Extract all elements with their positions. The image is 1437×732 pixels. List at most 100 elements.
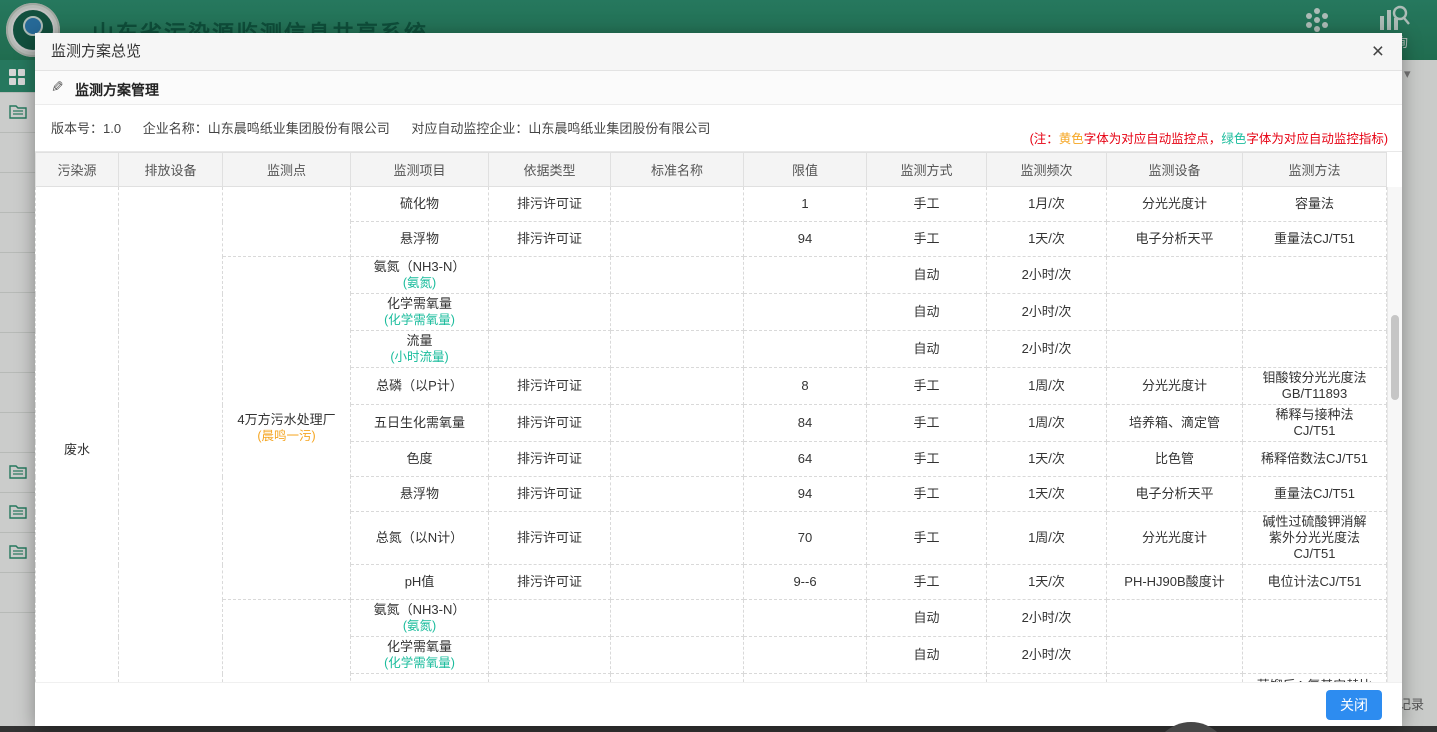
column-header: 限值 bbox=[744, 153, 867, 187]
item-auto-indicator-tag: (化学需氧量) bbox=[355, 655, 484, 671]
cell-monitoring-device: 分光光度计 bbox=[1107, 368, 1243, 405]
cell-monitoring-device: 培养箱、滴定管 bbox=[1107, 405, 1243, 442]
cell-monitoring-mode: 手工 bbox=[867, 405, 987, 442]
cell-monitoring-method bbox=[1243, 331, 1387, 368]
item-auto-indicator-tag: (化学需氧量) bbox=[355, 312, 484, 328]
cell-monitoring-device bbox=[1107, 294, 1243, 331]
company-text: 企业名称：山东晨鸣纸业集团股份有限公司 bbox=[143, 121, 390, 136]
cell-monitoring-mode: 手工 bbox=[867, 565, 987, 600]
cell-monitoring-method: 容量法 bbox=[1243, 187, 1387, 222]
cell-monitoring-item: 总磷（以P计） bbox=[351, 368, 489, 405]
cell-monitoring-method: 钼酸铵分光光度法 GB/T11893 bbox=[1243, 368, 1387, 405]
cell-monitoring-frequency: 2小时/次 bbox=[987, 257, 1107, 294]
cell-monitoring-point bbox=[223, 187, 351, 257]
cell-limit: 64 bbox=[744, 442, 867, 477]
cell-monitoring-method bbox=[1243, 637, 1387, 674]
cell-standard-name bbox=[611, 674, 744, 683]
cell-monitoring-frequency: 2小时/次 bbox=[987, 331, 1107, 368]
cell-monitoring-mode: 自动 bbox=[867, 257, 987, 294]
section-title: 监测方案管理 bbox=[75, 80, 159, 100]
cell-monitoring-device: 电子分析天平 bbox=[1107, 222, 1243, 257]
cell-limit bbox=[744, 331, 867, 368]
cell-monitoring-frequency: 2小时/次 bbox=[987, 637, 1107, 674]
cell-limit bbox=[744, 294, 867, 331]
modal-title: 监测方案总览 bbox=[35, 33, 1402, 71]
scrollbar-thumb[interactable] bbox=[1391, 315, 1399, 400]
table-row: 4万方污水处理厂(晨鸣一污)氨氮（NH3-N）(氨氮)自动2小时/次 bbox=[36, 257, 1387, 294]
cell-monitoring-mode: 自动 bbox=[867, 294, 987, 331]
cell-monitoring-mode: 手工 bbox=[867, 512, 987, 565]
cell-limit bbox=[744, 257, 867, 294]
cell-monitoring-frequency: 1天/次 bbox=[987, 442, 1107, 477]
cell-basis-type: 排污许可证 bbox=[489, 674, 611, 683]
table-header-row: 污染源排放设备监测点监测项目依据类型标准名称限值监测方式监测频次监测设备监测方法 bbox=[36, 153, 1387, 187]
cell-monitoring-method: 稀释倍数法CJ/T51 bbox=[1243, 442, 1387, 477]
cell-monitoring-frequency: 2小时/次 bbox=[987, 294, 1107, 331]
cell-monitoring-device bbox=[1107, 331, 1243, 368]
table-row: 废水硫化物排污许可证1手工1月/次分光光度计容量法 bbox=[36, 187, 1387, 222]
cell-monitoring-frequency: 1天/次 bbox=[987, 222, 1107, 257]
yellow-word: 黄色 bbox=[1059, 132, 1084, 146]
scrollbar[interactable] bbox=[1387, 187, 1402, 682]
cell-basis-type: 排污许可证 bbox=[489, 222, 611, 257]
cell-monitoring-point: 4万方污水处理厂(晨鸣一污) bbox=[223, 257, 351, 600]
cell-monitoring-item: 挥发酚 bbox=[351, 674, 489, 683]
cell-monitoring-item: 氨氮（NH3-N）(氨氮) bbox=[351, 257, 489, 294]
close-button[interactable]: 关闭 bbox=[1326, 690, 1382, 720]
cell-monitoring-mode: 手工 bbox=[867, 222, 987, 257]
cell-monitoring-device: 分光光度计 bbox=[1107, 187, 1243, 222]
cell-monitoring-method: 电位计法CJ/T51 bbox=[1243, 565, 1387, 600]
cell-monitoring-frequency: 1天/次 bbox=[987, 477, 1107, 512]
cell-monitoring-device bbox=[1107, 637, 1243, 674]
cell-monitoring-mode: 自动 bbox=[867, 600, 987, 637]
cell-monitoring-item: 化学需氧量(化学需氧量) bbox=[351, 637, 489, 674]
column-header: 依据类型 bbox=[489, 153, 611, 187]
cell-monitoring-item: 氨氮（NH3-N）(氨氮) bbox=[351, 600, 489, 637]
cell-emission-device bbox=[119, 187, 223, 683]
version-text: 版本号：1.0 bbox=[51, 121, 121, 136]
cell-basis-type bbox=[489, 294, 611, 331]
cell-monitoring-item: 流量(小时流量) bbox=[351, 331, 489, 368]
cell-monitoring-item: 化学需氧量(化学需氧量) bbox=[351, 294, 489, 331]
cell-monitoring-frequency: 1周/次 bbox=[987, 368, 1107, 405]
cell-basis-type: 排污许可证 bbox=[489, 565, 611, 600]
cell-basis-type bbox=[489, 600, 611, 637]
cell-standard-name bbox=[611, 294, 744, 331]
cell-standard-name bbox=[611, 187, 744, 222]
cell-basis-type: 排污许可证 bbox=[489, 442, 611, 477]
green-word: 绿色 bbox=[1221, 132, 1246, 146]
cell-limit: 9--6 bbox=[744, 565, 867, 600]
cell-limit: 1 bbox=[744, 674, 867, 683]
cell-standard-name bbox=[611, 600, 744, 637]
cell-standard-name bbox=[611, 477, 744, 512]
item-auto-indicator-tag: (小时流量) bbox=[355, 349, 484, 365]
cell-basis-type: 排污许可证 bbox=[489, 368, 611, 405]
column-header: 标准名称 bbox=[611, 153, 744, 187]
cell-monitoring-method bbox=[1243, 294, 1387, 331]
cell-monitoring-item: 悬浮物 bbox=[351, 477, 489, 512]
cell-standard-name bbox=[611, 442, 744, 477]
cell-monitoring-frequency: 2小时/次 bbox=[987, 600, 1107, 637]
cell-limit: 8 bbox=[744, 368, 867, 405]
section-bar: ✎ 监测方案管理 bbox=[35, 71, 1402, 105]
cell-monitoring-method: 蒸馏后4-氨基安替比 林分光光度法 bbox=[1243, 674, 1387, 683]
cell-basis-type: 排污许可证 bbox=[489, 477, 611, 512]
cell-limit: 94 bbox=[744, 477, 867, 512]
cell-limit: 70 bbox=[744, 512, 867, 565]
cell-limit: 94 bbox=[744, 222, 867, 257]
item-auto-indicator-tag: (氨氮) bbox=[355, 275, 484, 291]
cell-monitoring-item: 硫化物 bbox=[351, 187, 489, 222]
cell-pollutant-source: 废水 bbox=[36, 187, 119, 683]
pen-icon: ✎ bbox=[51, 78, 64, 96]
cell-monitoring-item: 总氮（以N计） bbox=[351, 512, 489, 565]
cell-monitoring-frequency: 1月/次 bbox=[987, 674, 1107, 683]
cell-monitoring-method: 碱性过硫酸钾消解 紫外分光光度法 CJ/T51 bbox=[1243, 512, 1387, 565]
close-icon[interactable]: × bbox=[1372, 39, 1384, 65]
cell-limit bbox=[744, 600, 867, 637]
monitoring-point-auto-tag: (晨鸣一污) bbox=[227, 428, 346, 444]
cell-standard-name bbox=[611, 637, 744, 674]
cell-monitoring-mode: 自动 bbox=[867, 637, 987, 674]
cell-basis-type: 排污许可证 bbox=[489, 405, 611, 442]
column-header: 监测方式 bbox=[867, 153, 987, 187]
info-row: 版本号：1.0 企业名称：山东晨鸣纸业集团股份有限公司 对应自动监控企业：山东晨… bbox=[35, 105, 1402, 151]
